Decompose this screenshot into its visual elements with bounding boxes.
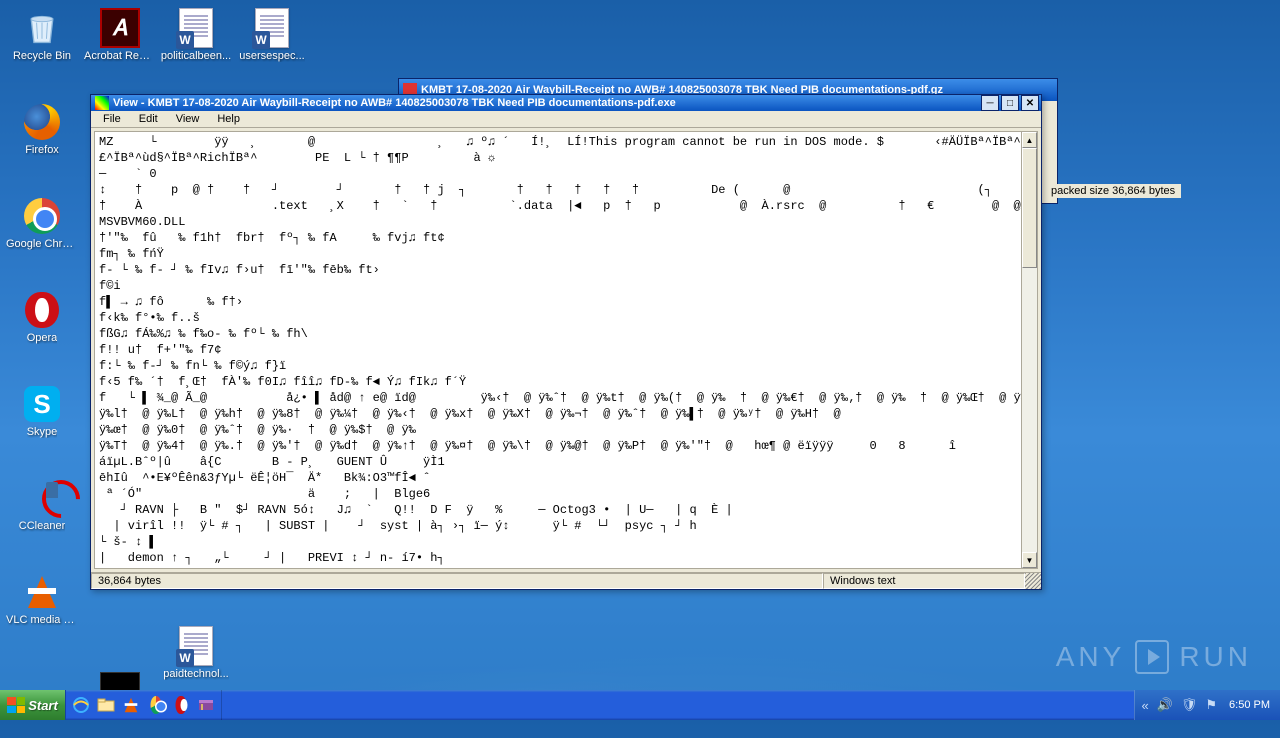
opera[interactable]: Opera (4, 286, 80, 362)
scroll-down-button[interactable]: ▼ (1022, 552, 1037, 568)
tray-chevron-icon[interactable]: « (1141, 698, 1148, 713)
titlebar[interactable]: View - KMBT 17-08-2020 Air Waybill-Recei… (91, 95, 1041, 111)
system-tray: « 🔊 🛡 ⚑ 6:50 PM (1134, 690, 1280, 720)
menu-file[interactable]: File (95, 111, 129, 127)
maximize-button[interactable]: □ (1001, 95, 1019, 111)
scroll-track[interactable] (1022, 148, 1037, 552)
window-title: View - KMBT 17-08-2020 Air Waybill-Recei… (113, 97, 981, 109)
firefox[interactable]: Firefox (4, 98, 80, 174)
ccleaner[interactable]: CCleaner (4, 474, 80, 550)
menu-help[interactable]: Help (209, 111, 248, 127)
viewer-window: View - KMBT 17-08-2020 Air Waybill-Recei… (90, 94, 1042, 590)
recycle-bin[interactable]: Recycle Bin (4, 4, 80, 80)
paidtechnol-doc[interactable]: paidtechnol... (158, 622, 234, 698)
windows-flag-icon (7, 697, 25, 713)
start-button[interactable]: Start (0, 690, 66, 720)
minimize-button[interactable]: ─ (981, 95, 999, 111)
recycle-bin-icon (22, 8, 62, 48)
scroll-up-button[interactable]: ▲ (1022, 132, 1037, 148)
desktop-icons-col-1: Recycle Bin Firefox Google Chrome Opera … (4, 4, 80, 644)
close-button[interactable]: ✕ (1021, 95, 1039, 111)
menu-view[interactable]: View (168, 111, 208, 127)
skype[interactable]: S Skype (4, 380, 80, 456)
adobe-reader[interactable]: 𝐴 Acrobat Reader DC (82, 4, 158, 80)
ql-winrar[interactable] (195, 694, 217, 716)
skype-icon: S (22, 384, 62, 424)
usersespec-doc[interactable]: usersespec... (234, 4, 310, 80)
quick-launch (66, 690, 222, 720)
tray-shield-icon[interactable]: 🛡 (1181, 697, 1198, 713)
ql-opera[interactable] (170, 694, 192, 716)
taskbar-tasks[interactable] (222, 690, 1134, 720)
desktop-icons-top-row: politicalbeen... usersespec... (158, 4, 310, 80)
desktop-icons-bottom-row: paidtechnol... (158, 622, 234, 698)
ql-vlc[interactable] (120, 694, 142, 716)
tray-volume-icon[interactable]: 🔊 (1157, 697, 1173, 713)
scroll-thumb[interactable] (1022, 148, 1037, 268)
scrollbar-vertical[interactable]: ▲ ▼ (1021, 132, 1037, 568)
status-size: 36,864 bytes (91, 573, 823, 589)
text-viewer[interactable]: MZ └ ÿÿ ¸ @ ¸ ♫ º♫ ´ Í!¸ LÍ!This program… (95, 132, 1021, 568)
adobe-icon: 𝐴 (100, 8, 140, 48)
tray-flag-icon[interactable]: ⚑ (1205, 697, 1217, 713)
google-chrome[interactable]: Google Chrome (4, 192, 80, 268)
menu-edit[interactable]: Edit (131, 111, 166, 127)
app-icon (95, 96, 109, 110)
vlc-icon (22, 572, 62, 612)
politicalbeen-doc[interactable]: politicalbeen... (158, 4, 234, 80)
statusbar: 36,864 bytes Windows text (91, 572, 1041, 589)
play-icon (1135, 640, 1169, 674)
word-doc-icon (252, 8, 292, 48)
firefox-icon (22, 102, 62, 142)
word-doc-icon (176, 626, 216, 666)
status-encoding: Windows text (823, 573, 1025, 589)
ql-chrome[interactable] (145, 694, 167, 716)
ql-explorer[interactable] (95, 694, 117, 716)
resize-grip[interactable] (1025, 573, 1041, 589)
menubar: File Edit View Help (91, 111, 1041, 128)
opera-icon (22, 290, 62, 330)
back-window-status: packed size 36,864 bytes (1045, 184, 1181, 198)
taskbar: Start « 🔊 🛡 ⚑ 6:50 PM (0, 690, 1280, 720)
anyrun-watermark: ANY RUN (1056, 640, 1252, 674)
content-area: MZ └ ÿÿ ¸ @ ¸ ♫ º♫ ´ Í!¸ LÍ!This program… (94, 131, 1038, 569)
chrome-icon (22, 196, 62, 236)
ql-ie[interactable] (70, 694, 92, 716)
taskbar-clock[interactable]: 6:50 PM (1225, 699, 1274, 711)
word-doc-icon (176, 8, 216, 48)
vlc[interactable]: VLC media player (4, 568, 80, 644)
ccleaner-icon (22, 478, 62, 518)
